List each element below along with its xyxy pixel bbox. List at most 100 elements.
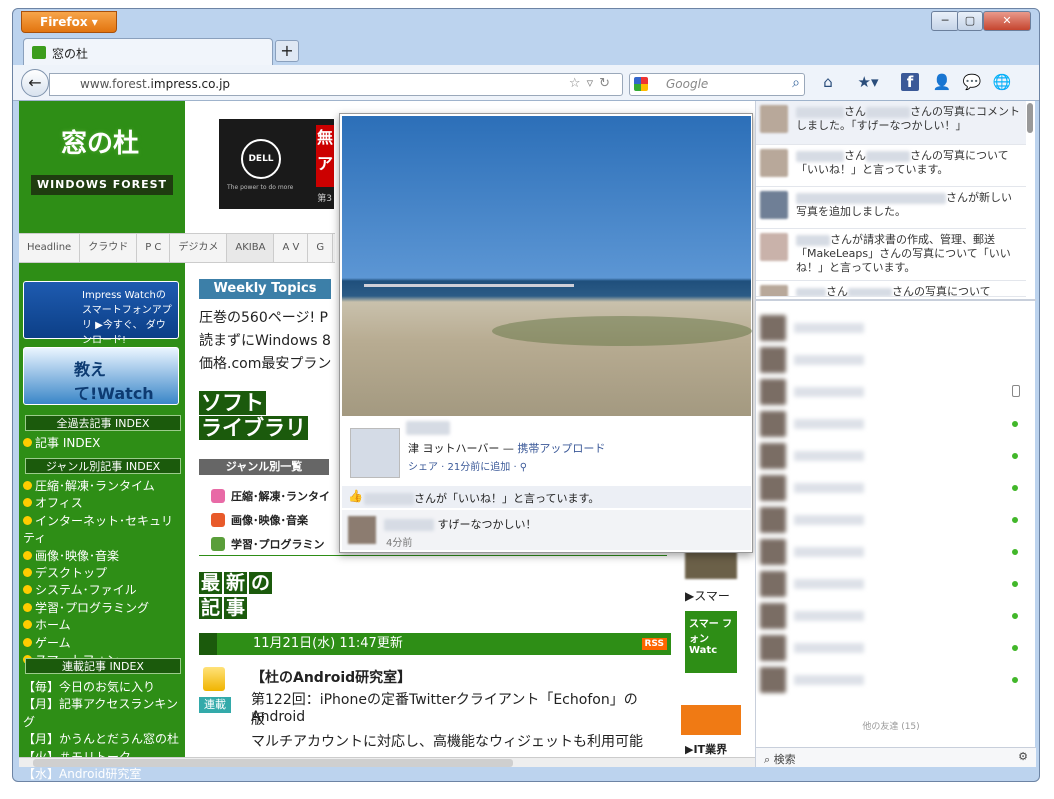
horizontal-scrollbar[interactable] (19, 757, 755, 767)
comment-time: 4分前 (386, 538, 413, 549)
friend-item[interactable] (758, 409, 1028, 439)
friend-requests-icon[interactable]: 👤 (931, 71, 953, 93)
notifications-globe-icon[interactable]: 🌐 (991, 71, 1013, 93)
right-orange-banner[interactable] (681, 705, 741, 735)
right-link-smartphone[interactable]: ▶スマー (685, 587, 730, 604)
home-icon[interactable]: ⌂ (817, 71, 839, 93)
photo-caption: 津 ヨットハーバー — 携帯アップロード (408, 442, 606, 455)
list-item[interactable]: 記事 INDEX (23, 435, 100, 452)
genre-link-compress[interactable]: 圧縮･解凍･ランタイ (211, 488, 330, 504)
site-logo[interactable]: 窓の杜 WINDOWS FOREST (19, 101, 185, 229)
friend-item[interactable] (758, 601, 1028, 631)
update-date-band: 11月21日(水) 11:47更新 RSS (199, 633, 671, 655)
weekly-topic-3[interactable]: 価格.com最安プラン (199, 353, 331, 373)
search-go-icon[interactable]: ⌕ (792, 75, 800, 91)
genre-link-media[interactable]: 画像･映像･音楽 (211, 512, 308, 528)
list-item[interactable]: 画像･映像･音楽 (23, 548, 185, 565)
gear-icon[interactable]: ⚙ (1018, 750, 1028, 763)
new-tab-button[interactable]: + (275, 40, 299, 62)
list-item[interactable]: 圧縮･解凍･ランタイム (23, 478, 185, 495)
url-domain: impress.co.jp (150, 77, 231, 91)
friend-item[interactable] (758, 473, 1028, 503)
friend-item[interactable] (758, 313, 1028, 343)
notification-item[interactable]: さん さんの写真について「いいね！」と言っています。 (756, 145, 1026, 187)
list-item[interactable]: ゲーム (23, 635, 185, 652)
notification-item[interactable]: さん さんの写真について (756, 281, 1026, 297)
sidebar-search[interactable]: ⌕ 検索 ⚙ (756, 747, 1036, 767)
comment: すげーなつかしい！ 4分前 (342, 510, 751, 550)
url-host: www.forest. (80, 77, 151, 91)
rss-button[interactable]: RSS (641, 638, 667, 650)
index-heading-series: 連載記事 INDEX (25, 658, 181, 674)
list-item[interactable]: システム･ファイル (23, 582, 185, 599)
bookmarks-icon[interactable]: ★▾ (851, 71, 885, 93)
beach-photo[interactable] (342, 116, 752, 416)
list-item[interactable]: 【月】かうんとだうん窓の杜 (23, 731, 185, 748)
weekly-topics-title: Weekly Topics (199, 279, 331, 299)
search-input[interactable]: Google ⌕ (629, 73, 805, 96)
sidebar-search-placeholder: 検索 (773, 753, 796, 766)
firefox-menu-button[interactable]: Firefox ▾ (21, 11, 117, 33)
friend-item[interactable] (758, 441, 1028, 471)
friend-item[interactable] (758, 665, 1028, 695)
site-favicon (32, 46, 46, 59)
tab-pc[interactable]: P C (137, 234, 171, 262)
like-text: さんが「いいね！」と言っています。 (414, 492, 600, 505)
poster-avatar[interactable] (350, 428, 400, 478)
poster-name[interactable] (406, 420, 450, 435)
notification-item[interactable]: さんが新しい写真を追加しました。 (756, 187, 1026, 229)
url-bar[interactable]: www.forest.impress.co.jp ☆▿↻ (49, 73, 623, 96)
left-column: 窓の杜 WINDOWS FOREST Impress Watchの スマートフォ… (19, 101, 185, 781)
mobile-upload-link[interactable]: 携帯アップロード (517, 442, 605, 455)
article-series[interactable]: 【杜のAndroid研究室】 (251, 667, 411, 687)
logo-sub: WINDOWS FOREST (31, 175, 173, 195)
genre-link-programming[interactable]: 学習･プログラミン (211, 536, 325, 552)
commenter-avatar[interactable] (348, 516, 376, 544)
photo-meta[interactable]: シェア · 21分前に追加 · ⚲ (408, 458, 527, 473)
article-title-cont[interactable]: 版 (251, 709, 265, 729)
tab-headline[interactable]: Headline (19, 234, 81, 262)
notification-item[interactable]: さんが請求書の作成、管理、郵送「MakeLeaps」さんの写真について「いいね！… (756, 229, 1026, 281)
google-icon (634, 77, 648, 91)
right-column: ▶スマー スマー フォン Watc ▶IT業界 (681, 541, 741, 767)
list-item[interactable]: 【月】記事アクセスランキング (23, 696, 185, 731)
list-item[interactable]: デスクトップ (23, 565, 185, 582)
friend-item[interactable] (758, 345, 1028, 375)
series-icon (203, 667, 225, 691)
right-link-it[interactable]: ▶IT業界 (685, 741, 727, 757)
banner2-title: 教えて!Watch (74, 360, 154, 403)
app-download-banner[interactable]: Impress Watchの スマートフォンアプリ ▶今すぐ、 ダウンロード! (23, 281, 179, 346)
oshiete-watch-banner[interactable]: 教えて!Watch Q&Aコミュニティ (23, 347, 179, 425)
list-item[interactable]: オフィス (23, 495, 185, 512)
list-item[interactable]: 【水】Android研究室 (23, 766, 185, 781)
maximize-button[interactable]: ▢ (957, 11, 983, 31)
smartphone-watch-banner[interactable]: スマー フォン Watc (685, 611, 737, 673)
search-placeholder: Google (666, 77, 709, 91)
back-button[interactable]: ← (21, 69, 49, 97)
facebook-icon[interactable]: f (901, 73, 919, 91)
weekly-topic-1[interactable]: 圧巻の560ページ! P (199, 307, 328, 327)
messages-icon[interactable]: 💬 (961, 71, 983, 93)
friend-item[interactable] (758, 537, 1028, 567)
tab-active[interactable]: 窓の杜 (23, 38, 273, 65)
list-item[interactable]: 【毎】今日のお気に入り (23, 679, 185, 696)
update-date: 11月21日(水) 11:47更新 (253, 636, 403, 651)
friend-item[interactable] (758, 633, 1028, 663)
friend-item[interactable] (758, 569, 1028, 599)
list-item[interactable]: ホーム (23, 617, 185, 634)
friend-item[interactable] (758, 505, 1028, 535)
minimize-button[interactable]: ─ (931, 11, 959, 31)
list-item[interactable]: インターネット･セキュリティ (23, 513, 185, 548)
facebook-sidebar: さん さんの写真にコメントしました。「すげーなつかしい！」 さん さんの写真について… (755, 101, 1036, 767)
notifications-scrollbar[interactable] (1027, 103, 1033, 133)
tab-cloud[interactable]: クラウド (80, 234, 138, 262)
weekly-topic-2[interactable]: 読まずにWindows 8 (199, 330, 331, 350)
notification-item[interactable]: さん さんの写真にコメントしました。「すげーなつかしい！」 (756, 101, 1026, 145)
url-bar-icons[interactable]: ☆▿↻ (569, 76, 616, 91)
close-button[interactable]: ✕ (983, 11, 1031, 31)
list-item[interactable]: 学習･プログラミング (23, 600, 185, 617)
scrollbar-thumb[interactable] (33, 759, 513, 767)
article-title[interactable]: 第122回：iPhoneの定番Twitterクライアント「Echofon」のAn… (251, 689, 679, 725)
navigation-toolbar: www.forest.impress.co.jp ☆▿↻ ← Google ⌕ (13, 65, 1039, 101)
friend-item[interactable] (758, 377, 1028, 407)
